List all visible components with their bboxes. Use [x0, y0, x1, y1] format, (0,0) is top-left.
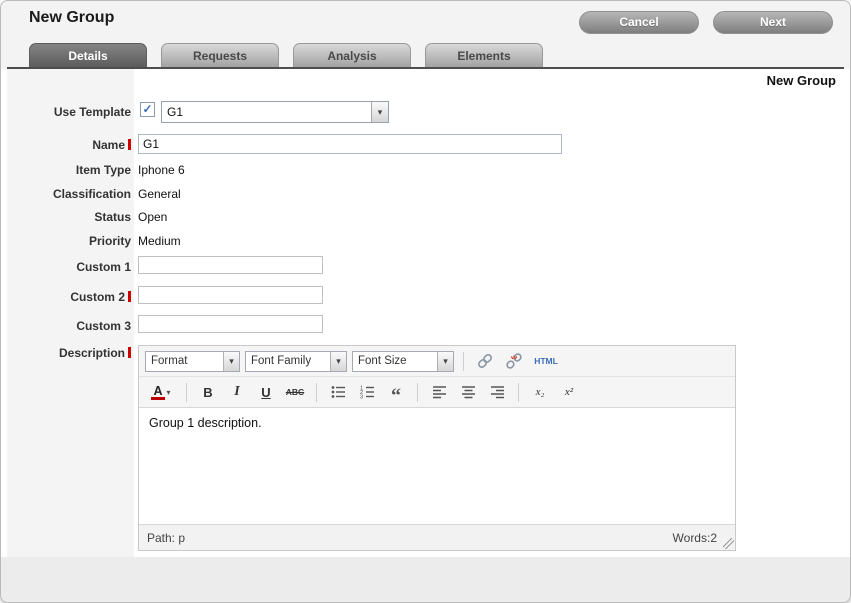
bullet-list-icon[interactable]: [326, 381, 350, 403]
custom3-label: Custom 3: [7, 319, 131, 333]
chevron-down-icon: ▾: [167, 388, 171, 397]
classification-value: General: [138, 187, 181, 201]
description-label: Description: [7, 346, 131, 360]
page-title: New Group: [29, 9, 114, 27]
insert-link-icon[interactable]: [473, 350, 497, 372]
blockquote-icon[interactable]: “: [384, 381, 408, 403]
align-left-icon[interactable]: [427, 381, 451, 403]
priority-value: Medium: [138, 234, 181, 248]
resize-handle[interactable]: [723, 538, 734, 549]
status-value: Open: [138, 210, 167, 224]
editor-statusbar: Path: p Words:2: [139, 525, 735, 550]
classification-label: Classification: [7, 187, 131, 201]
custom1-label: Custom 1: [7, 260, 131, 274]
numbered-list-icon[interactable]: 123: [355, 381, 379, 403]
remove-link-icon[interactable]: [502, 350, 526, 372]
custom2-label: Custom 2: [7, 290, 131, 304]
name-label: Name: [7, 138, 131, 152]
font-family-select[interactable]: Font Family ▾: [245, 351, 347, 372]
editor-content[interactable]: Group 1 description.: [139, 407, 735, 525]
superscript-icon[interactable]: x²: [557, 381, 581, 403]
italic-icon[interactable]: I: [225, 381, 249, 403]
toolbar-separator: [316, 383, 317, 402]
align-center-icon[interactable]: [456, 381, 480, 403]
custom1-input[interactable]: [138, 256, 323, 274]
editor-toolbar-row2: A ▾ B I U ABC: [139, 377, 735, 407]
item-type-label: Item Type: [7, 163, 131, 177]
chevron-down-icon: ▾: [223, 352, 239, 371]
tab-bar: Details Requests Analysis Elements: [29, 43, 543, 67]
format-select[interactable]: Format ▾: [145, 351, 240, 372]
svg-text:3: 3: [360, 395, 363, 400]
tab-elements[interactable]: Elements: [425, 43, 543, 67]
item-type-value: Iphone 6: [138, 163, 185, 177]
section-title: New Group: [767, 73, 836, 88]
font-color-icon[interactable]: A ▾: [145, 381, 177, 403]
editor-path: Path: p: [147, 531, 185, 545]
required-marker: [128, 347, 131, 358]
priority-label: Priority: [7, 234, 131, 248]
use-template-select-value: G1: [162, 102, 388, 122]
tab-details[interactable]: Details: [29, 43, 147, 67]
rich-text-editor: Format ▾ Font Family ▾ Font Size ▾: [138, 345, 736, 551]
tab-requests[interactable]: Requests: [161, 43, 279, 67]
toolbar-separator: [417, 383, 418, 402]
chevron-down-icon: ▾: [330, 352, 346, 371]
html-source-button[interactable]: HTML: [531, 350, 561, 372]
align-right-icon[interactable]: [485, 381, 509, 403]
strikethrough-icon[interactable]: ABC: [283, 381, 307, 403]
toolbar-separator: [186, 383, 187, 402]
bold-icon[interactable]: B: [196, 381, 220, 403]
custom2-input[interactable]: [138, 286, 323, 304]
use-template-label: Use Template: [7, 105, 131, 119]
toolbar-separator: [463, 352, 464, 371]
font-size-select[interactable]: Font Size ▾: [352, 351, 454, 372]
required-marker: [128, 139, 131, 150]
required-marker: [128, 291, 131, 302]
tab-analysis[interactable]: Analysis: [293, 43, 411, 67]
status-label: Status: [7, 210, 131, 224]
toolbar-separator: [518, 383, 519, 402]
custom3-input[interactable]: [138, 315, 323, 333]
next-button[interactable]: Next: [713, 11, 833, 34]
editor-word-count: Words:2: [673, 531, 717, 545]
underline-icon[interactable]: U: [254, 381, 278, 403]
footer: [1, 557, 850, 603]
cancel-button[interactable]: Cancel: [579, 11, 699, 34]
checkmark-icon: ✓: [141, 103, 154, 116]
chevron-down-icon[interactable]: ▾: [371, 102, 388, 122]
use-template-checkbox[interactable]: ✓: [140, 102, 155, 117]
editor-toolbar-row1: Format ▾ Font Family ▾ Font Size ▾: [139, 346, 735, 377]
new-group-window: New Group Details Requests Analysis Elem…: [0, 0, 851, 603]
name-input[interactable]: [138, 134, 562, 154]
chevron-down-icon: ▾: [437, 352, 453, 371]
subscript-icon[interactable]: x₂: [528, 381, 552, 403]
use-template-select[interactable]: G1 ▾: [161, 101, 389, 123]
